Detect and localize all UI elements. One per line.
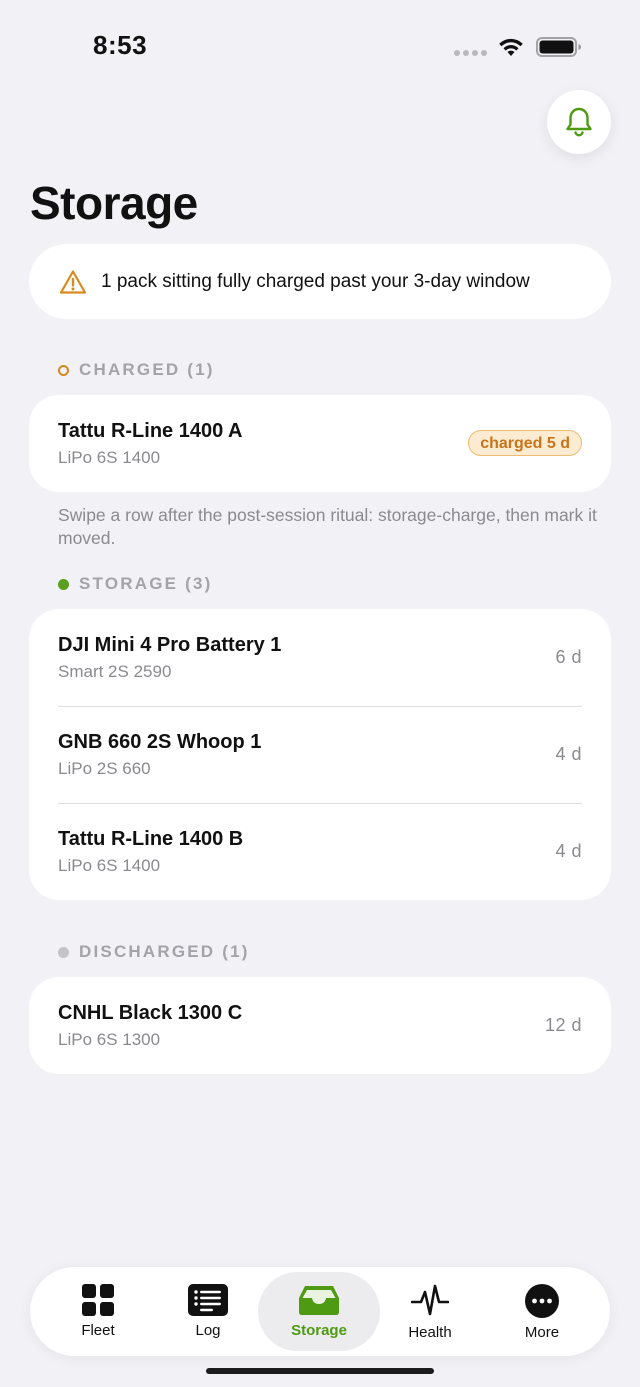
status-dot-charged [58,364,69,376]
battery-name: Tattu R-Line 1400 A [58,420,243,442]
days-count: 4 d [555,841,582,861]
list-item[interactable]: DJI Mini 4 Pro Battery 1 Smart 2S 2590 6… [29,609,611,706]
list-item[interactable]: GNB 660 2S Whoop 1 LiPo 2S 660 4 d [29,706,611,803]
status-time: 8:53 [93,30,148,60]
tab-fleet[interactable]: Fleet [37,1272,159,1351]
list-item[interactable]: Tattu R-Line 1400 B LiPo 6S 1400 4 d [29,803,611,900]
pulse-icon [411,1284,449,1316]
tab-label: Health [408,1324,452,1341]
battery-spec: Smart 2S 2590 [58,662,172,681]
page-title: Storage [30,177,198,229]
grid-icon [82,1284,114,1316]
list-item[interactable]: Tattu R-Line 1400 A LiPo 6S 1400 charged… [29,395,611,492]
section-header-charged: CHARGED (1) [58,360,215,380]
tab-health[interactable]: Health [369,1272,491,1351]
section-header-storage: STORAGE (3) [58,574,212,594]
section-header-discharged: DISCHARGED (1) [58,942,250,962]
swipe-hint: Swipe a row after the post-session ritua… [58,505,597,548]
battery-spec: LiPo 2S 660 [58,759,151,778]
warning-triangle-icon [59,269,87,294]
list-icon [188,1284,228,1316]
cellular-signal-icon [454,50,487,56]
tab-label: Log [195,1322,221,1339]
battery-name: GNB 660 2S Whoop 1 [58,731,262,753]
tab-more[interactable]: More [481,1272,603,1351]
battery-name: DJI Mini 4 Pro Battery 1 [58,634,282,656]
tab-label: Storage [291,1322,347,1339]
days-count: 12 d [544,1015,582,1035]
section-label: CHARGED (1) [79,360,215,379]
tab-bar: Fleet Log Storage Health More [30,1267,610,1356]
bell-icon [566,107,592,137]
notifications-button[interactable] [547,90,611,154]
battery-name: CNHL Black 1300 C [58,1002,243,1024]
charged-list: Tattu R-Line 1400 A LiPo 6S 1400 charged… [29,395,611,492]
home-indicator[interactable] [206,1368,434,1374]
wifi-icon [499,38,523,56]
status-dot-storage [58,578,69,590]
section-label: DISCHARGED (1) [79,942,250,961]
list-item[interactable]: CNHL Black 1300 C LiPo 6S 1300 12 d [29,977,611,1074]
section-label: STORAGE (3) [79,574,213,593]
tab-label: Fleet [81,1322,115,1339]
discharged-list: CNHL Black 1300 C LiPo 6S 1300 12 d [29,977,611,1074]
battery-spec: LiPo 6S 1300 [58,1030,161,1049]
alert-text: 1 pack sitting fully charged past your 3… [101,270,530,292]
battery-icon [536,37,581,57]
days-count: 6 d [555,647,582,667]
tab-storage[interactable]: Storage [258,1272,380,1351]
battery-name: Tattu R-Line 1400 B [58,828,244,850]
status-dot-discharged [58,946,69,958]
storage-list: DJI Mini 4 Pro Battery 1 Smart 2S 2590 6… [29,609,611,900]
tray-icon [299,1286,339,1315]
battery-spec: LiPo 6S 1400 [58,448,161,467]
tab-label: More [524,1324,560,1341]
status-badge: charged 5 d [468,430,582,456]
days-count: 4 d [555,744,582,764]
tab-log[interactable]: Log [147,1272,269,1351]
overcharge-alert-banner[interactable]: 1 pack sitting fully charged past your 3… [29,244,611,319]
battery-spec: LiPo 6S 1400 [58,856,161,875]
more-icon [525,1284,559,1318]
status-bar: 8:53 [0,0,640,90]
